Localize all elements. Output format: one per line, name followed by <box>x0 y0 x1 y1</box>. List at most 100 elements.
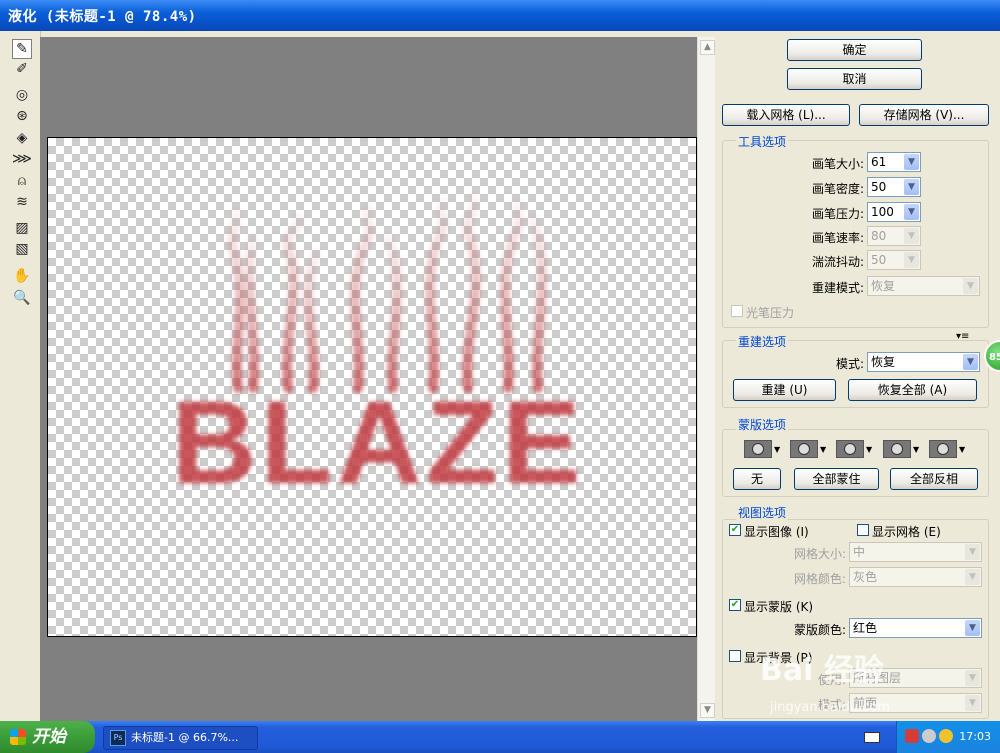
start-button[interactable]: 开始 <box>0 721 95 753</box>
zoom-tool-icon[interactable]: 🔍 <box>12 288 32 308</box>
mirror-tool-icon[interactable]: ⍝ <box>12 171 32 191</box>
turbulent-jitter-field: 50 ▼ <box>867 250 921 270</box>
scroll-down-icon[interactable]: ▼ <box>700 703 715 718</box>
show-image-checkbox[interactable]: ✔ <box>729 524 741 536</box>
hand-tool-icon[interactable]: ✋ <box>12 266 32 286</box>
mask-none-button[interactable]: 无 <box>733 468 781 490</box>
brush-pressure-label: 画笔压力: <box>811 207 864 221</box>
mask-options-title: 蒙版选项 <box>736 416 789 433</box>
show-backdrop-checkbox[interactable] <box>729 650 741 662</box>
ok-button[interactable]: 确定 <box>787 39 922 61</box>
photoshop-icon: Ps <box>110 730 126 746</box>
brush-size-field[interactable]: 61 ▼ <box>867 152 921 172</box>
save-mesh-button[interactable]: 存储网格 (V)... <box>859 104 989 126</box>
start-label: 开始 <box>32 727 66 747</box>
mask-replace-icon <box>744 440 772 458</box>
forward-warp-tool-icon[interactable]: ✎ <box>12 39 32 59</box>
turbulence-tool-icon[interactable]: ≋ <box>12 192 32 212</box>
reconstruct-mode-value: 恢复 <box>871 279 896 293</box>
view-options-title: 视图选项 <box>736 504 789 521</box>
document-canvas[interactable]: BLAZE <box>47 137 697 637</box>
replace-selection-button[interactable]: ▼ <box>744 438 784 460</box>
show-mesh-checkbox[interactable] <box>857 524 869 536</box>
reconstruct-mode-dropdown[interactable]: 恢复 ▼ <box>867 352 980 372</box>
thaw-mask-tool-icon[interactable]: ▧ <box>12 239 32 259</box>
mask-all-button[interactable]: 全部蒙住 <box>794 468 879 490</box>
brush-pressure-value: 100 <box>871 205 894 219</box>
turbulent-jitter-label: 湍流抖动: <box>811 255 864 269</box>
tool-options-title: 工具选项 <box>736 133 789 150</box>
title-bar: 液化 (未标题-1 @ 78.4%) <box>0 0 1000 31</box>
tray-qq-icon[interactable] <box>905 729 919 743</box>
mask-invert-icon <box>929 440 957 458</box>
chevron-down-icon: ▼ <box>904 252 919 268</box>
panel-menu-icon[interactable]: ▾≡ <box>956 331 969 342</box>
tool-palette: ✎ ✐ ◎ ⊛ ◈ ⋙ ⍝ ≋ ▨ ▧ ✋ 🔍 <box>0 31 41 721</box>
brush-pressure-field[interactable]: 100 ▼ <box>867 202 921 222</box>
freeze-mask-tool-icon[interactable]: ▨ <box>12 218 32 238</box>
load-mesh-button[interactable]: 载入网格 (L)... <box>722 104 850 126</box>
mesh-size-select: 中 ▼ <box>849 542 982 562</box>
system-tray: 17:03 <box>896 721 1000 753</box>
smoke-trails <box>227 193 548 393</box>
reconstruct-button[interactable]: 重建 (U) <box>733 379 836 401</box>
twirl-tool-icon[interactable]: ◎ <box>12 85 32 105</box>
chevron-down-icon[interactable]: ▼ <box>963 354 978 370</box>
vertical-scrollbar[interactable]: ▲ ▼ <box>697 37 715 721</box>
chevron-down-icon[interactable]: ▼ <box>965 620 980 636</box>
chevron-down-icon[interactable]: ▼ <box>904 154 919 170</box>
taskbar-item-photoshop[interactable]: Ps 未标题-1 @ 66.7%... <box>103 726 258 750</box>
reconstruct-tool-icon[interactable]: ✐ <box>12 59 32 79</box>
chevron-down-icon: ▼ <box>820 444 827 454</box>
watermark-logo: Bai 经验 <box>760 653 884 688</box>
mesh-color-value: 灰色 <box>853 570 878 584</box>
brush-rate-label: 画笔速率: <box>811 231 864 245</box>
window-title: 液化 (未标题-1 @ 78.4%) <box>8 9 197 25</box>
chevron-down-icon: ▼ <box>965 544 980 560</box>
chevron-down-icon: ▼ <box>913 444 920 454</box>
mesh-color-label: 网格颜色: <box>793 572 846 586</box>
reconstruct-mode-dropdown-value: 恢复 <box>871 355 896 369</box>
mask-subtract-icon <box>836 440 864 458</box>
mesh-color-select: 灰色 ▼ <box>849 567 982 587</box>
cancel-button[interactable]: 取消 <box>787 68 922 90</box>
invert-selection-button[interactable]: ▼ <box>929 438 969 460</box>
blaze-artwork: BLAZE <box>171 193 584 509</box>
subtract-from-selection-button[interactable]: ▼ <box>836 438 876 460</box>
chevron-down-icon: ▼ <box>866 444 873 454</box>
bloat-tool-icon[interactable]: ◈ <box>12 128 32 148</box>
blaze-text: BLAZE <box>171 377 584 509</box>
reconstruct-mode-select: 恢复 ▼ <box>867 276 980 296</box>
intersect-selection-button[interactable]: ▼ <box>883 438 923 460</box>
tray-security-icon[interactable] <box>939 729 953 743</box>
brush-rate-value: 80 <box>871 229 887 243</box>
watermark-url: jingyan.baidu.com <box>770 700 890 715</box>
brush-density-field[interactable]: 50 ▼ <box>867 177 921 197</box>
mask-color-select[interactable]: 红色 ▼ <box>849 618 982 638</box>
reconstruct-mode-label-2: 模式: <box>835 357 864 371</box>
restore-all-button[interactable]: 恢复全部 (A) <box>848 379 977 401</box>
chevron-down-icon: ▼ <box>904 228 919 244</box>
add-to-selection-button[interactable]: ▼ <box>790 438 830 460</box>
chevron-down-icon: ▼ <box>959 444 966 454</box>
brush-size-label: 画笔大小: <box>811 157 864 171</box>
show-mask-label: 显示蒙版 (K) <box>744 600 814 614</box>
chevron-down-icon[interactable]: ▼ <box>904 204 919 220</box>
tray-volume-icon[interactable] <box>922 729 936 743</box>
push-left-tool-icon[interactable]: ⋙ <box>12 149 32 169</box>
mask-color-label: 蒙版颜色: <box>793 623 846 637</box>
scroll-up-icon[interactable]: ▲ <box>700 40 715 55</box>
windows-logo-icon <box>10 729 26 745</box>
chevron-down-icon[interactable]: ▼ <box>904 179 919 195</box>
pucker-tool-icon[interactable]: ⊛ <box>12 106 32 126</box>
mesh-size-value: 中 <box>853 545 866 559</box>
mesh-size-label: 网格大小: <box>793 547 846 561</box>
mask-intersect-icon <box>883 440 911 458</box>
invert-all-button[interactable]: 全部反相 <box>890 468 978 490</box>
clock[interactable]: 17:03 <box>959 730 991 743</box>
mask-color-value: 红色 <box>853 621 878 635</box>
keyboard-icon[interactable] <box>864 732 880 743</box>
chevron-down-icon: ▼ <box>963 278 978 294</box>
show-mask-checkbox[interactable]: ✔ <box>729 599 741 611</box>
chevron-down-icon: ▼ <box>965 695 980 711</box>
